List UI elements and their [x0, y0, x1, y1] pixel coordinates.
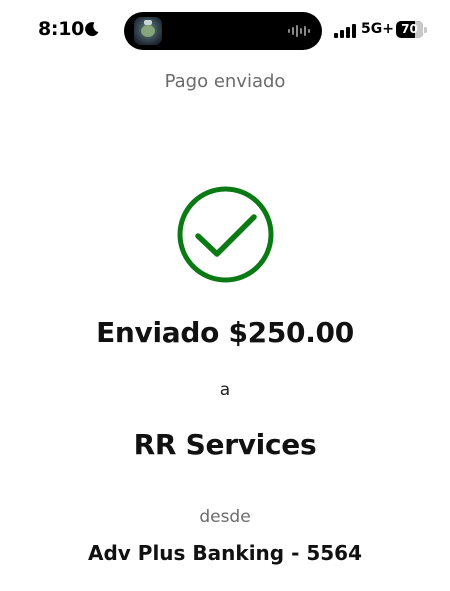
- battery-level: 70: [401, 22, 418, 36]
- dynamic-island[interactable]: [124, 12, 322, 50]
- checkmark-circle-icon: [177, 186, 274, 283]
- page-title: Pago enviado: [164, 71, 286, 92]
- source-account: Adv Plus Banking - 5564: [88, 541, 362, 565]
- moon-icon: [85, 22, 99, 37]
- network-type: 5G+: [361, 21, 394, 37]
- sent-amount: Enviado $250.00: [96, 316, 354, 349]
- status-bar: 8:10 5G+ 70: [0, 0, 450, 60]
- app-activity-icon[interactable]: [134, 17, 162, 45]
- battery-indicator: 70: [396, 21, 428, 38]
- from-label: desde: [199, 507, 251, 527]
- battery-body: 70: [396, 21, 423, 38]
- audio-waveform-icon: [288, 25, 310, 37]
- to-label: a: [219, 380, 231, 400]
- recipient-name: RR Services: [133, 428, 317, 461]
- battery-cap: [424, 27, 427, 33]
- status-time: 8:10: [38, 18, 85, 40]
- signal-bars-icon: [334, 24, 356, 38]
